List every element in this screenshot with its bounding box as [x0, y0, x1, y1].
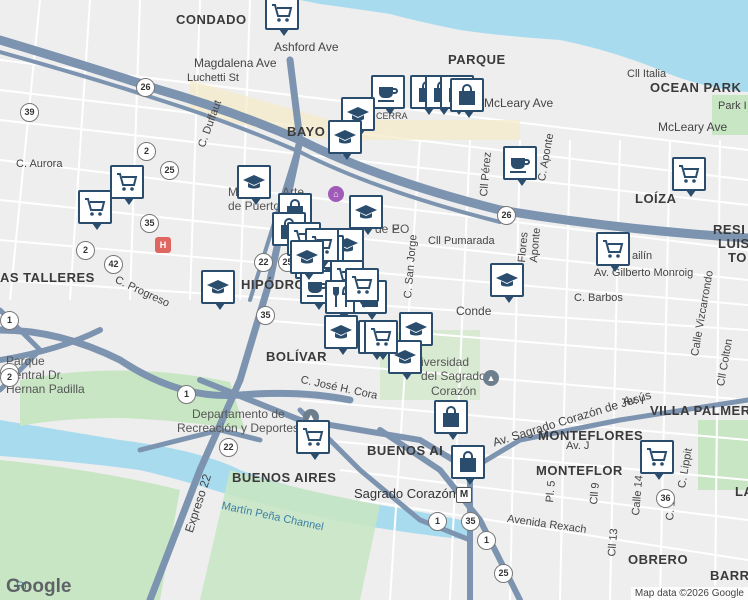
- street-mcleary-2: McLeary Ave: [658, 120, 728, 134]
- neighborhood-bolivar: BOLÍVAR: [266, 349, 328, 364]
- landmark-departamento-1: Departamento de: [192, 407, 285, 421]
- street-magdalena: Magdalena Ave: [194, 56, 277, 70]
- school-marker[interactable]: [290, 240, 324, 280]
- museum-icon[interactable]: ⌂: [328, 186, 344, 202]
- route-shield-2: 2: [0, 368, 19, 387]
- neighborhood-residencial: RESI: [713, 222, 746, 237]
- school-marker[interactable]: [328, 120, 362, 160]
- street-barbos: C. Barbos: [574, 292, 623, 304]
- neighborhood-bayola: BAYO: [287, 124, 326, 139]
- cart-marker[interactable]: [672, 157, 706, 197]
- landmark-departamento-2: Recreación y Deportes: [177, 421, 300, 435]
- cart-marker[interactable]: [596, 232, 630, 272]
- metro-icon[interactable]: M: [456, 487, 472, 503]
- cart-marker[interactable]: [364, 320, 398, 360]
- neighborhood-la: LA: [735, 484, 748, 499]
- neighborhood-luis: LUIS: [718, 236, 748, 251]
- school-marker[interactable]: [324, 315, 358, 355]
- cart-marker[interactable]: [265, 0, 299, 36]
- neighborhood-condado: CONDADO: [176, 12, 247, 27]
- route-shield-22: 22: [254, 253, 273, 272]
- coffee-marker[interactable]: [371, 75, 405, 115]
- landmark-eo: EO: [392, 222, 410, 236]
- neighborhood-loiza: LOÍZA: [635, 191, 677, 206]
- neighborhood-obrero: OBRERO: [628, 552, 689, 567]
- street-aurora: C. Aurora: [16, 158, 63, 170]
- neighborhood-talleres: AS TALLERES: [0, 270, 95, 285]
- neighborhood-buenos-aires-1: BUENOS AI: [367, 443, 444, 458]
- neighborhood-to: TO: [728, 250, 747, 265]
- street-ailin: ailín: [632, 250, 653, 262]
- route-shield-1: 1: [0, 311, 19, 330]
- neighborhood-buenos-aires-2: BUENOS AIRES: [232, 470, 337, 485]
- cart-marker[interactable]: [78, 190, 112, 230]
- street-gilberto: Av. Gilberto Monroig: [594, 267, 694, 279]
- neighborhood-ocean-park: OCEAN PARK: [650, 80, 742, 95]
- landmark-sagrado-station: Sagrado Corazón: [354, 486, 456, 501]
- bag-marker[interactable]: [450, 78, 484, 118]
- route-shield-2: 2: [137, 142, 156, 161]
- street-park: Park I: [718, 100, 747, 112]
- street-cll13: Cll 13: [606, 527, 621, 558]
- map-canvas[interactable]: CONDADO PARQUE OCEAN PARK BAYO LOÍZA RES…: [0, 0, 748, 600]
- route-shield-2: 2: [76, 241, 95, 260]
- street-conde: Conde: [456, 304, 492, 318]
- street-ashford: Ashford Ave: [274, 40, 339, 54]
- route-shield-39: 39: [20, 103, 39, 122]
- route-shield-35: 35: [140, 214, 159, 233]
- university-icon[interactable]: ▲: [483, 370, 499, 386]
- school-marker[interactable]: [201, 270, 235, 310]
- bag-marker[interactable]: [434, 400, 468, 440]
- route-shield-1: 1: [428, 512, 447, 531]
- route-shield-42: 42: [104, 255, 123, 274]
- street-cll9: Cll 9: [588, 482, 602, 506]
- hospital-icon[interactable]: H: [155, 237, 171, 253]
- landmark-parque-3: Hernan Padilla: [6, 382, 85, 396]
- map-attribution[interactable]: Map data ©2026 Google: [630, 587, 748, 600]
- route-shield-25: 25: [494, 564, 513, 583]
- street-av-i: Av. I: [623, 395, 644, 407]
- neighborhood-montefiores-2: MONTEFLOR: [536, 463, 623, 478]
- route-shield-1: 1: [177, 385, 196, 404]
- street-pumarada: Cll Pumarada: [428, 235, 495, 247]
- neighborhood-parque: PARQUE: [448, 52, 506, 67]
- route-shield-25: 25: [160, 161, 179, 180]
- school-marker[interactable]: [349, 195, 383, 235]
- cart-marker[interactable]: [345, 268, 379, 308]
- route-shield-26: 26: [497, 206, 516, 225]
- route-shield-36: 36: [656, 489, 675, 508]
- school-marker[interactable]: [490, 263, 524, 303]
- street-italia: Cll Italia: [627, 68, 667, 80]
- school-marker[interactable]: [237, 165, 271, 205]
- street-mcleary-1: McLeary Ave: [484, 96, 554, 110]
- route-shield-26: 26: [136, 78, 155, 97]
- route-shield-22: 22: [219, 438, 238, 457]
- neighborhood-barrio: BARR: [710, 568, 748, 583]
- landmark-universidad-2: del Sagrado: [421, 369, 486, 383]
- cart-marker[interactable]: [296, 420, 330, 460]
- neighborhood-villa-palmeras: VILLA PALMER: [650, 403, 748, 418]
- landmark-universidad-1: iversidad: [421, 355, 470, 369]
- route-shield-35: 35: [256, 306, 275, 325]
- coffee-marker[interactable]: [503, 146, 537, 186]
- google-logo: Google: [6, 576, 72, 597]
- street-av-j: Av. J: [566, 440, 590, 452]
- neighborhood-hipodromo: HIPÓDRO: [241, 277, 306, 292]
- street-pl5: Pl. 5: [544, 480, 558, 504]
- cart-marker[interactable]: [110, 165, 144, 205]
- route-shield-1: 1: [477, 531, 496, 550]
- cart-marker[interactable]: [640, 440, 674, 480]
- bag-marker[interactable]: [451, 445, 485, 485]
- route-shield-35: 35: [461, 512, 480, 531]
- landmark-universidad-3: Corazón: [431, 384, 477, 398]
- street-luchetti: Luchetti St: [187, 72, 239, 84]
